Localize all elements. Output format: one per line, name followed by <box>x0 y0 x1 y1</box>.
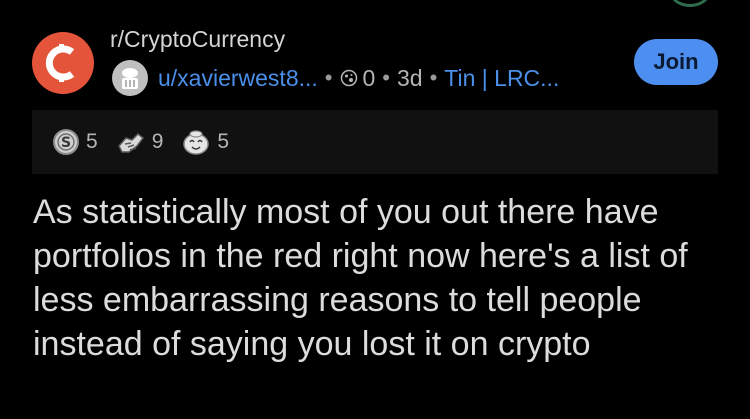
username-link[interactable]: u/xavierwest8... <box>158 65 318 92</box>
silver-award-icon: S <box>53 129 79 155</box>
awards-bar[interactable]: S 5 9 5 <box>32 110 718 174</box>
award-helpful[interactable]: 9 <box>116 128 164 156</box>
award-count: 5 <box>86 130 98 153</box>
join-button[interactable]: Join <box>634 39 718 85</box>
user-flair[interactable]: Tin | LRC... <box>444 65 559 92</box>
post-meta-row: u/xavierwest8... • 0 • 3d • Tin | LRC... <box>112 60 559 96</box>
moon-icon <box>340 69 358 87</box>
separator-dot: • <box>324 65 333 90</box>
subreddit-name[interactable]: r/CryptoCurrency <box>110 26 285 53</box>
crypto-c-icon <box>45 44 75 82</box>
post-age: 3d <box>397 64 423 91</box>
user-avatar[interactable] <box>112 60 148 96</box>
helpful-award-icon <box>117 132 144 153</box>
award-count: 5 <box>217 130 230 153</box>
snoo-avatar-icon <box>122 68 138 89</box>
subreddit-icon[interactable] <box>32 32 94 94</box>
post-title[interactable]: As statistically most of you out there h… <box>33 190 733 366</box>
award-wholesome[interactable]: 5 <box>181 128 229 156</box>
award-silver[interactable]: S 5 <box>52 128 98 156</box>
moons-count: 0 <box>362 64 376 91</box>
separator-dot: • <box>429 65 438 90</box>
wholesome-award-icon <box>183 130 210 155</box>
svg-text:S: S <box>61 135 71 151</box>
award-count: 9 <box>151 130 164 153</box>
separator-dot: • <box>382 65 390 90</box>
corner-decoration <box>670 0 710 7</box>
